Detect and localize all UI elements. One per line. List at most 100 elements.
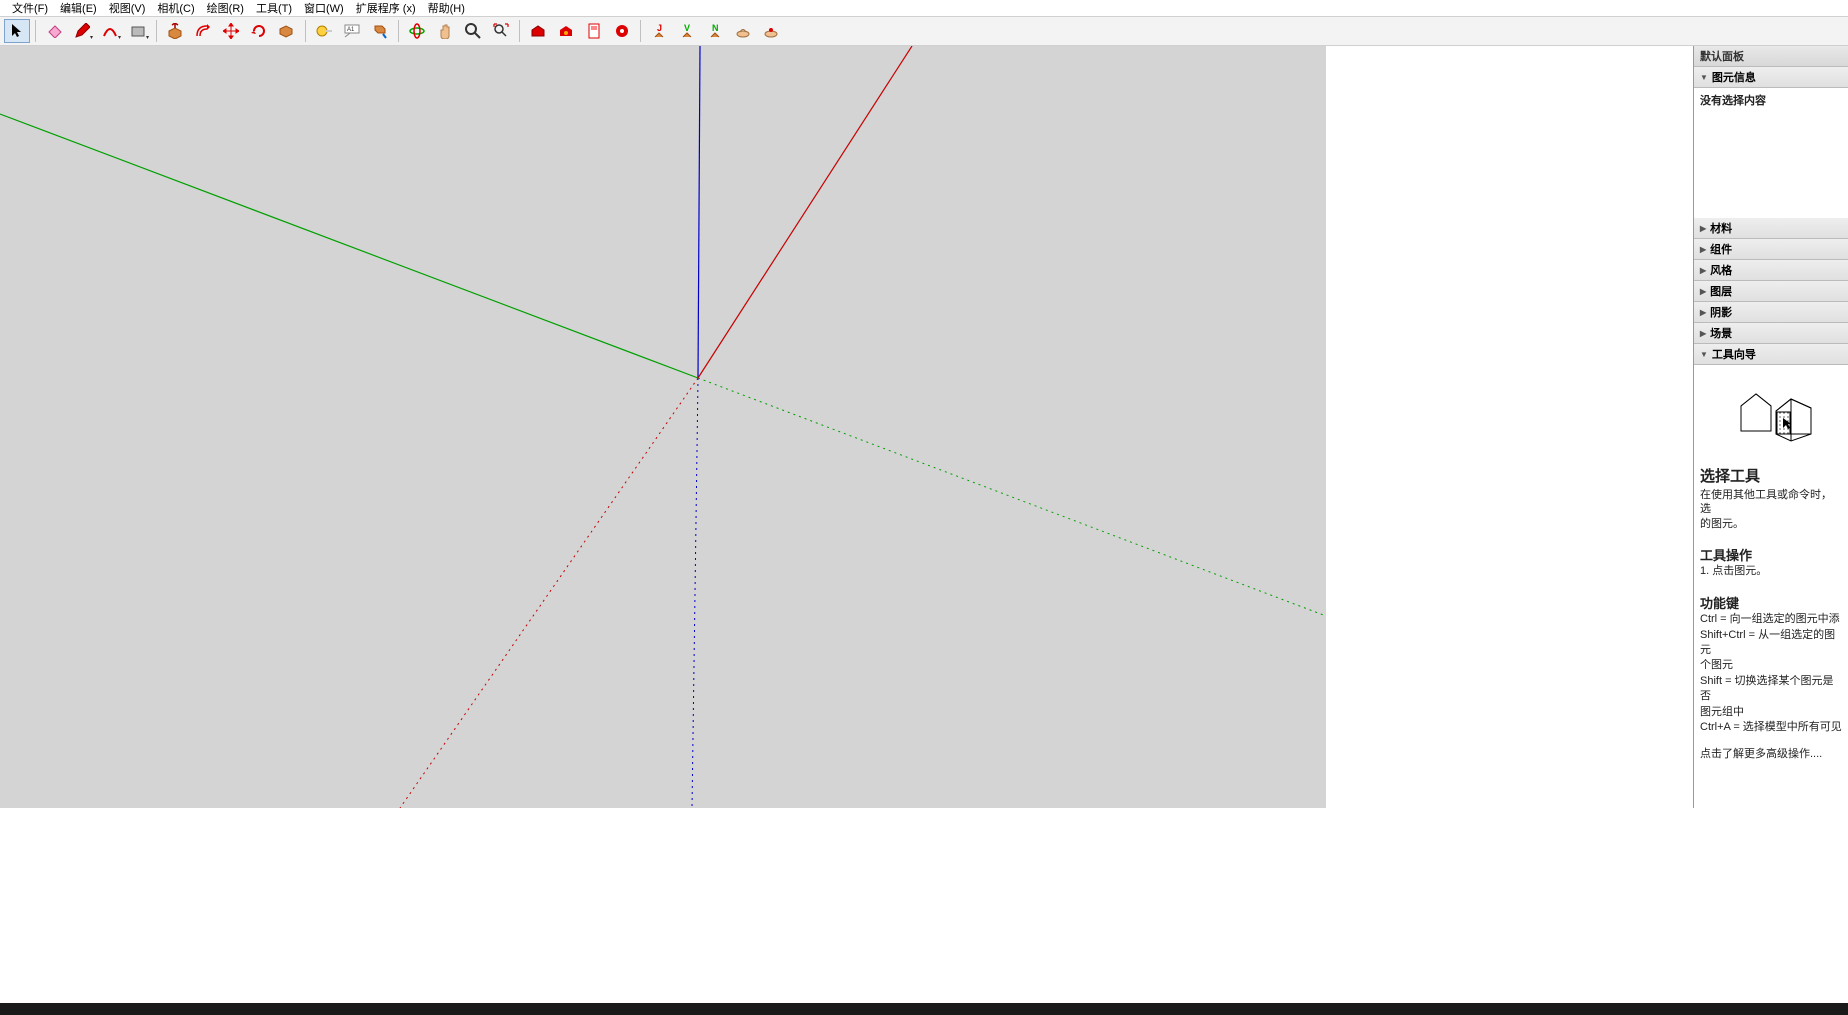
scenes-label: 场景 [1710, 325, 1732, 341]
arc-icon [102, 24, 118, 38]
tray-title[interactable]: 默认面板 [1694, 46, 1848, 67]
zoom-tool[interactable] [460, 19, 486, 43]
expand-right-icon: ▶ [1700, 308, 1706, 317]
instructor-illustration [1700, 373, 1842, 453]
expand-down-icon: ▼ [1700, 73, 1708, 82]
toolbar: A1 J V N [0, 16, 1848, 46]
terrain-v-icon: V [679, 23, 695, 39]
shadows-header[interactable]: ▶ 阴影 [1694, 302, 1848, 323]
addlocation-tool[interactable]: J [646, 19, 672, 43]
zoom-extents-tool[interactable] [488, 19, 514, 43]
extension-manager-tool[interactable] [609, 19, 635, 43]
menu-file[interactable]: 文件(F) [6, 0, 54, 16]
pan-tool[interactable] [432, 19, 458, 43]
scale-tool[interactable] [274, 19, 300, 43]
pushpull-tool[interactable] [162, 19, 188, 43]
gear-icon [614, 23, 630, 39]
sandbox-icon [735, 24, 751, 38]
components-header[interactable]: ▶ 组件 [1694, 239, 1848, 260]
instructor-tool-desc: 在使用其他工具或命令时，选 的图元。 [1700, 488, 1842, 531]
orbit-tool[interactable] [404, 19, 430, 43]
instructor-key1: Ctrl = 向一组选定的图元中添 [1700, 612, 1842, 627]
expand-right-icon: ▶ [1700, 245, 1706, 254]
zoom-icon [465, 23, 481, 39]
layers-header[interactable]: ▶ 图层 [1694, 281, 1848, 302]
axes-display [0, 46, 1326, 808]
line-tool[interactable] [69, 19, 95, 43]
tape-tool[interactable] [311, 19, 337, 43]
expand-right-icon: ▶ [1700, 224, 1706, 233]
menu-view[interactable]: 视图(V) [103, 0, 152, 16]
menu-extensions[interactable]: 扩展程序 (x) [350, 0, 422, 16]
viewport[interactable] [0, 46, 1326, 808]
offset-tool[interactable] [190, 19, 216, 43]
rotate-tool[interactable] [246, 19, 272, 43]
sandbox-tool-1[interactable] [730, 19, 756, 43]
expand-right-icon: ▶ [1700, 266, 1706, 275]
text-icon: A1 [344, 24, 360, 38]
entity-info-header[interactable]: ▼ 图元信息 [1694, 67, 1848, 88]
expand-down-icon: ▼ [1700, 350, 1708, 359]
menu-help[interactable]: 帮助(H) [422, 0, 471, 16]
rotate-icon [251, 23, 267, 39]
layout-tool[interactable] [581, 19, 607, 43]
menu-tools[interactable]: 工具(T) [250, 0, 298, 16]
phototextures-tool[interactable]: N [702, 19, 728, 43]
instructor-header[interactable]: ▼ 工具向导 [1694, 344, 1848, 365]
zoom-extents-icon [493, 23, 509, 39]
components-label: 组件 [1710, 241, 1732, 257]
paint-tool[interactable] [367, 19, 393, 43]
arc-tool[interactable] [97, 19, 123, 43]
shadows-label: 阴影 [1710, 304, 1732, 320]
eraser-icon [45, 24, 63, 38]
eraser-tool[interactable] [41, 19, 67, 43]
toolbar-separator [156, 20, 157, 42]
location-j-icon: J [651, 23, 667, 39]
entity-info-panel: 没有选择内容 [1694, 88, 1848, 218]
extension-warehouse-tool[interactable] [553, 19, 579, 43]
select-tool[interactable] [4, 19, 30, 43]
svg-text:V: V [684, 23, 690, 33]
instructor-keys-title: 功能键 [1700, 593, 1842, 612]
menu-camera[interactable]: 相机(C) [151, 0, 200, 16]
toolbar-separator [398, 20, 399, 42]
default-tray: 默认面板 ▼ 图元信息 没有选择内容 ▶ 材料 ▶ 组件 ▶ 风格 ▶ 图层 ▶… [1693, 46, 1848, 808]
toggle-terrain-tool[interactable]: V [674, 19, 700, 43]
cursor-icon [10, 23, 24, 39]
instructor-op1: 1. 点击图元。 [1700, 564, 1842, 579]
menu-edit[interactable]: 编辑(E) [54, 0, 103, 16]
menu-bar: 文件(F) 编辑(E) 视图(V) 相机(C) 绘图(R) 工具(T) 窗口(W… [0, 0, 1848, 16]
scenes-header[interactable]: ▶ 场景 [1694, 323, 1848, 344]
styles-header[interactable]: ▶ 风格 [1694, 260, 1848, 281]
sandbox-tool-2[interactable] [758, 19, 784, 43]
menu-window[interactable]: 窗口(W) [298, 0, 350, 16]
shapes-tool[interactable] [125, 19, 151, 43]
svg-text:N: N [712, 23, 719, 33]
instructor-more-link[interactable]: 点击了解更多高级操作.... [1700, 747, 1842, 762]
toolbar-separator [640, 20, 641, 42]
instructor-key4: Ctrl+A = 选择模型中所有可见 [1700, 720, 1842, 735]
pushpull-icon [166, 23, 184, 39]
pencil-icon [74, 23, 90, 39]
layers-label: 图层 [1710, 283, 1732, 299]
orbit-icon [409, 23, 425, 39]
rect-icon [130, 24, 146, 38]
instructor-panel: 选择工具 在使用其他工具或命令时，选 的图元。 工具操作 1. 点击图元。 功能… [1694, 365, 1848, 808]
ext-warehouse-icon [558, 24, 574, 38]
photo-n-icon: N [707, 23, 723, 39]
warehouse-icon [530, 24, 546, 38]
materials-header[interactable]: ▶ 材料 [1694, 218, 1848, 239]
sandbox2-icon [763, 24, 779, 38]
move-tool[interactable] [218, 19, 244, 43]
toolbar-separator [519, 20, 520, 42]
menu-draw[interactable]: 绘图(R) [201, 0, 250, 16]
hand-icon [438, 23, 452, 39]
expand-right-icon: ▶ [1700, 329, 1706, 338]
tape-icon [316, 24, 332, 38]
toolbar-separator [305, 20, 306, 42]
text-tool[interactable]: A1 [339, 19, 365, 43]
instructor-ops-title: 工具操作 [1700, 545, 1842, 564]
toolbar-separator [35, 20, 36, 42]
3dwarehouse-tool[interactable] [525, 19, 551, 43]
paint-icon [372, 23, 388, 39]
